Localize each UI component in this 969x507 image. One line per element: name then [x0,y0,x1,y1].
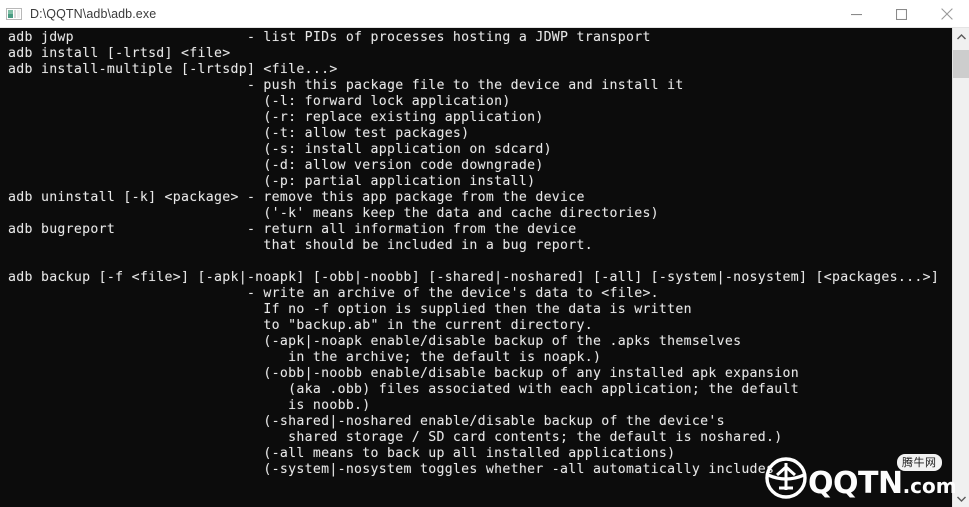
minimize-icon [851,13,862,15]
vertical-scrollbar[interactable] [952,28,969,507]
console-app-icon [6,6,22,22]
scrollbar-thumb[interactable] [953,50,969,78]
terminal-output-area[interactable]: adb jdwp - list PIDs of processes hostin… [0,28,952,507]
close-icon [940,8,953,20]
window-controls [834,0,969,28]
scrollbar-up-button[interactable] [953,28,969,45]
maximize-icon [896,8,907,20]
titlebar[interactable]: D:\QQTN\adb\adb.exe [0,0,969,28]
close-button[interactable] [924,0,969,28]
maximize-button[interactable] [879,0,924,28]
minimize-button[interactable] [834,0,879,28]
chevron-down-icon [956,496,966,502]
console-window: D:\QQTN\adb\adb.exe adb jdwp - list PIDs… [0,0,969,507]
window-title: D:\QQTN\adb\adb.exe [30,6,157,21]
chevron-up-icon [956,33,966,39]
console-output-text: adb jdwp - list PIDs of processes hostin… [8,30,940,477]
scrollbar-down-button[interactable] [953,490,969,507]
